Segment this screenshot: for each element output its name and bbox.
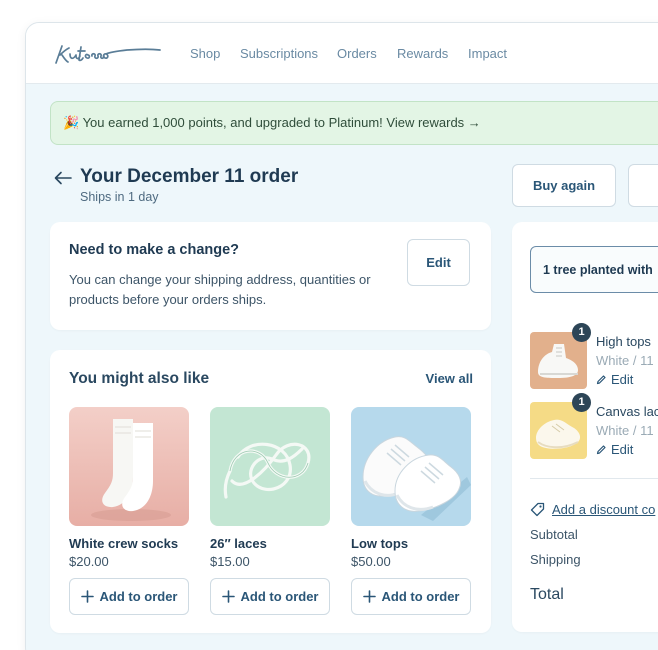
quantity-badge: 1 <box>572 393 591 412</box>
line-item-name: High tops <box>596 334 651 349</box>
tree-planted-banner: 1 tree planted with <box>530 246 658 293</box>
plus-icon <box>80 590 94 603</box>
view-all-link[interactable]: View all <box>426 371 473 386</box>
banner-text: You earned 1,000 points, and upgraded to… <box>82 115 481 130</box>
line-item-variant: White / 11 <box>596 353 654 368</box>
add-to-order-button[interactable]: Add to order <box>210 578 330 615</box>
product-price: $20.00 <box>69 554 109 569</box>
product-name: White crew socks <box>69 536 179 551</box>
product-price: $50.00 <box>351 554 391 569</box>
party-popper-icon: 🎉 <box>63 115 80 130</box>
product-price: $15.00 <box>210 554 250 569</box>
product-card: 26″ laces $15.00 Add to order <box>210 407 330 615</box>
change-order-card: Need to make a change? You can change yo… <box>50 222 491 330</box>
edit-label: Edit <box>611 372 634 387</box>
line-item: 1 High tops White / 11 Edit <box>530 323 658 390</box>
product-card: White crew socks $20.00 Add to order <box>69 407 189 615</box>
app-window: Shop Subscriptions Orders Rewards Impact… <box>25 22 658 650</box>
buy-again-button[interactable]: Buy again <box>512 164 616 207</box>
socks-product-image[interactable] <box>69 407 189 526</box>
edit-order-button[interactable]: Edit <box>407 239 470 286</box>
pencil-icon <box>596 445 606 455</box>
nav-shop[interactable]: Shop <box>190 46 220 61</box>
add-to-order-button[interactable]: Add to order <box>351 578 471 615</box>
plus-icon <box>221 590 235 603</box>
line-item-edit-link[interactable]: Edit <box>596 442 633 457</box>
product-card: Low tops $50.00 Add to order <box>351 407 471 615</box>
order-summary-card: 1 tree planted with 1 High tops White / … <box>512 222 658 632</box>
product-name: Low tops <box>351 536 409 551</box>
recommendations-title: You might also like <box>69 370 210 387</box>
recommendations-card: You might also like View all White crew … <box>50 350 491 633</box>
laces-product-image[interactable] <box>210 407 330 526</box>
back-arrow-icon[interactable] <box>54 171 72 190</box>
change-card-description: You can change your shipping address, qu… <box>69 272 371 307</box>
nav-subscriptions[interactable]: Subscriptions <box>240 46 318 61</box>
plus-icon <box>362 590 376 603</box>
change-card-title: Need to make a change? <box>69 242 240 258</box>
more-actions-button[interactable] <box>628 164 658 207</box>
line-item-variant: White / 11 <box>596 423 654 438</box>
edit-label: Edit <box>611 442 634 457</box>
order-title: Your December 11 order <box>80 166 299 187</box>
line-item: 1 Canvas lac White / 11 Edit <box>530 393 658 460</box>
brand-logo[interactable] <box>52 41 164 72</box>
shipping-label: Shipping <box>530 552 581 567</box>
quantity-badge: 1 <box>572 323 591 342</box>
add-discount-link[interactable]: Add a discount co <box>530 502 655 517</box>
summary-divider <box>530 478 658 479</box>
add-to-order-button[interactable]: Add to order <box>69 578 189 615</box>
total-label: Total <box>530 586 564 603</box>
line-item-edit-link[interactable]: Edit <box>596 372 633 387</box>
add-to-order-label: Add to order <box>240 589 319 604</box>
subtotal-label: Subtotal <box>530 527 578 542</box>
top-nav: Shop Subscriptions Orders Rewards Impact <box>26 23 658 84</box>
pencil-icon <box>596 375 606 385</box>
nav-orders[interactable]: Orders <box>337 46 377 61</box>
line-item-name: Canvas lac <box>596 404 658 419</box>
rewards-banner[interactable]: 🎉 You earned 1,000 points, and upgraded … <box>50 101 658 145</box>
discount-label: Add a discount co <box>552 502 656 517</box>
product-name: 26″ laces <box>210 536 267 551</box>
low-tops-product-image[interactable] <box>351 407 471 526</box>
tag-icon <box>530 502 545 517</box>
nav-rewards[interactable]: Rewards <box>397 46 448 61</box>
nav-impact[interactable]: Impact <box>468 46 507 61</box>
add-to-order-label: Add to order <box>381 589 460 604</box>
add-to-order-label: Add to order <box>99 589 178 604</box>
order-subtitle: Ships in 1 day <box>80 190 159 204</box>
logo-script-icon <box>55 45 161 64</box>
